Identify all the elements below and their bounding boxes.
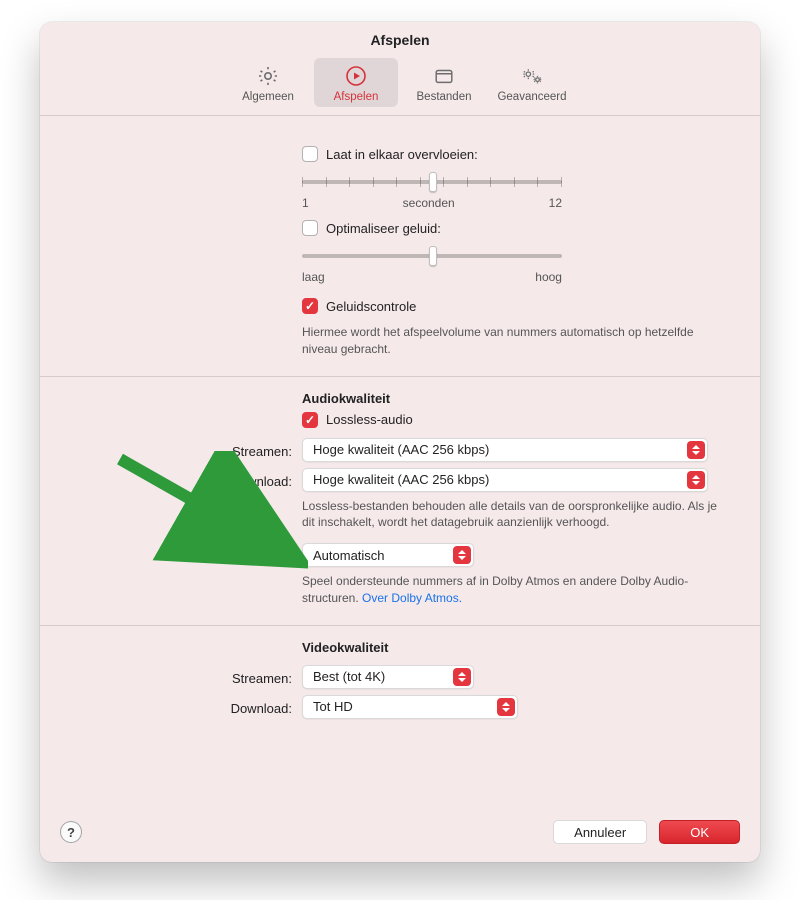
select-value: Best (tot 4K) [313,669,385,684]
lossless-hint: Lossless-bestanden behouden alle details… [302,498,732,532]
crossfade-slider[interactable] [302,172,562,192]
help-button[interactable]: ? [60,821,82,843]
tab-playback[interactable]: Afspelen [314,58,398,107]
stream-label: Streamen: [40,438,302,459]
help-icon: ? [67,825,75,840]
audio-download-select[interactable]: Hoge kwaliteit (AAC 256 kbps) [302,468,708,492]
crossfade-label: Laat in elkaar overvloeien: [326,147,478,162]
tab-label: Geavanceerd [494,91,570,103]
sound-enhancer-slider[interactable] [302,246,562,266]
ok-button[interactable]: OK [659,820,740,844]
tab-label: Afspelen [318,91,394,103]
checkbox-checked-icon [302,298,318,314]
titlebar: Afspelen [40,22,760,48]
download-label: Download: [40,468,302,489]
tab-general[interactable]: Algemeen [226,58,310,107]
section-audio-quality: Audiokwaliteit Lossless-audio Streamen: … [40,376,760,625]
gear-icon [255,64,281,88]
content: Laat in elkaar overvloeien: 1 seconden 1… [40,116,760,806]
play-circle-icon [343,64,369,88]
stepper-icon [687,471,705,489]
sound-check-checkbox[interactable]: Geluidscontrole [302,298,416,314]
stepper-icon [453,668,471,686]
dolby-atmos-hint: Speel ondersteunde nummers af in Dolby A… [302,573,732,607]
crossfade-slider-labels: 1 seconden 12 [302,196,562,210]
stepper-icon [497,698,515,716]
gears-icon [519,64,545,88]
lossless-label: Lossless-audio [326,412,413,427]
button-bar: ? Annuleer OK [40,806,760,862]
tab-files[interactable]: Bestanden [402,58,486,107]
checkbox-checked-icon [302,412,318,428]
audio-stream-select[interactable]: Hoge kwaliteit (AAC 256 kbps) [302,438,708,462]
window-title: Afspelen [40,32,760,48]
enhance-slider-labels: laag hoog [302,270,562,284]
stepper-icon [687,441,705,459]
lossless-audio-checkbox[interactable]: Lossless-audio [302,412,413,428]
crossfade-checkbox[interactable]: Laat in elkaar overvloeien: [302,146,478,162]
cancel-button[interactable]: Annuleer [553,820,647,844]
checkbox-unchecked-icon [302,220,318,236]
select-value: Tot HD [313,699,353,714]
dolby-atmos-label: Dolby Atmos: [40,543,302,564]
dolby-atmos-select[interactable]: Automatisch [302,543,474,567]
checkbox-unchecked-icon [302,146,318,162]
tab-advanced[interactable]: Geavanceerd [490,58,574,107]
audio-quality-title: Audiokwaliteit [302,391,732,406]
toolbar: Algemeen Afspelen Bestanden [40,48,760,116]
video-stream-select[interactable]: Best (tot 4K) [302,665,474,689]
folder-icon [431,64,457,88]
tab-label: Bestanden [406,91,482,103]
video-download-label: Download: [40,695,302,716]
about-dolby-atmos-link[interactable]: Over Dolby Atmos. [362,591,462,605]
select-value: Hoge kwaliteit (AAC 256 kbps) [313,442,489,457]
soundcheck-hint: Hiermee wordt het afspeelvolume van numm… [302,324,732,358]
enhance-label: Optimaliseer geluid: [326,221,441,236]
select-value: Automatisch [313,548,385,563]
video-quality-title: Videokwaliteit [302,640,732,655]
select-value: Hoge kwaliteit (AAC 256 kbps) [313,472,489,487]
section-playback: Laat in elkaar overvloeien: 1 seconden 1… [40,116,760,376]
preferences-window: Afspelen Algemeen Afspelen [40,22,760,862]
video-stream-label: Streamen: [40,665,302,686]
section-video-quality: Videokwaliteit Streamen: Best (tot 4K) D… [40,625,760,737]
tab-label: Algemeen [230,91,306,103]
sound-enhancer-checkbox[interactable]: Optimaliseer geluid: [302,220,441,236]
soundcheck-label: Geluidscontrole [326,299,416,314]
video-download-select[interactable]: Tot HD [302,695,518,719]
stepper-icon [453,546,471,564]
